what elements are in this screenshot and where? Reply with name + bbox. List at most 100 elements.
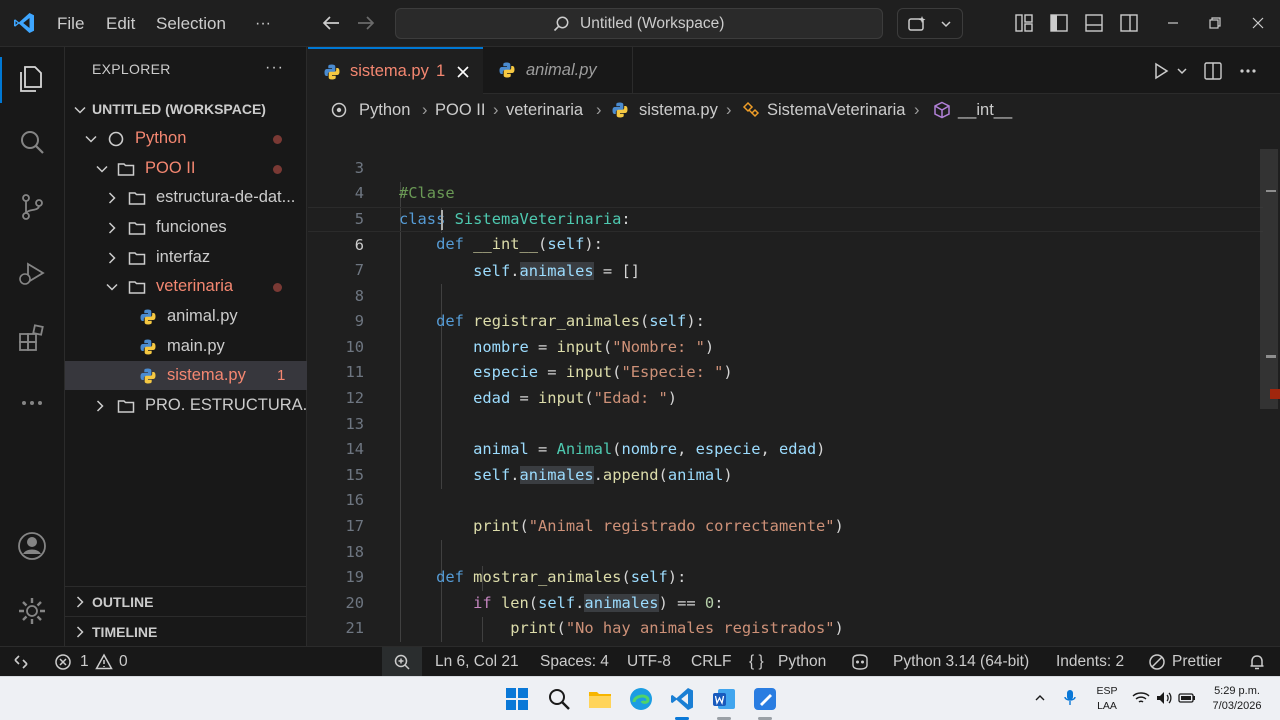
tree-folder-interfaz[interactable]: interfaz (65, 243, 307, 272)
input-language-bottom[interactable]: LAA (1092, 700, 1122, 713)
customize-layout-icon[interactable] (1014, 13, 1034, 33)
tree-folder-poo-ii[interactable]: POO II (65, 154, 307, 183)
battery-icon[interactable] (1178, 690, 1196, 706)
toggle-panel-icon[interactable] (1084, 13, 1104, 33)
python-interpreter[interactable]: Python 3.14 (64-bit) (893, 647, 1029, 676)
warning-icon[interactable] (95, 653, 113, 671)
tree-folder-pro-estructura[interactable]: PRO. ESTRUCTURA... (65, 391, 307, 420)
editor-tabs: sistema.py 1 animal.py (308, 47, 1280, 94)
tree-label: Python (135, 129, 187, 147)
tab-animal[interactable]: animal.py (483, 47, 633, 94)
breadcrumb-item[interactable]: __int__ (958, 94, 1012, 126)
back-arrow-icon[interactable] (320, 12, 342, 34)
vscode-logo-icon[interactable] (12, 11, 36, 35)
word-icon[interactable] (711, 686, 737, 712)
tree-file-main[interactable]: main.py (65, 332, 307, 361)
breadcrumb-item[interactable]: veterinaria (506, 94, 583, 126)
scrollbar-thumb[interactable] (1260, 149, 1278, 409)
taskbar-search-icon[interactable] (546, 686, 572, 712)
explorer-icon[interactable] (16, 63, 48, 95)
manage-gear-icon[interactable] (16, 595, 48, 627)
tree-file-animal[interactable]: animal.py (65, 302, 307, 331)
close-window-icon[interactable] (1248, 13, 1268, 33)
file-encoding[interactable]: UTF-8 (627, 647, 671, 676)
zoom-icon[interactable] (393, 653, 411, 671)
volume-icon[interactable] (1155, 690, 1173, 706)
activity-bar (0, 47, 65, 646)
extensions-icon[interactable] (16, 322, 48, 354)
cursor-position[interactable]: Ln 6, Col 21 (435, 647, 519, 676)
search-icon[interactable] (16, 127, 48, 159)
run-python-file-icon[interactable] (1151, 61, 1171, 81)
error-icon[interactable] (54, 653, 72, 671)
workspace-header[interactable]: UNTITLED (WORKSPACE) (65, 95, 307, 124)
root-folder-icon (108, 131, 124, 147)
indentation-spaces[interactable]: Spaces: 4 (540, 647, 609, 676)
end-of-line[interactable]: CRLF (691, 647, 731, 676)
editor-more-actions-icon[interactable] (1238, 61, 1258, 81)
copilot-button[interactable] (897, 8, 963, 39)
microphone-icon[interactable] (1062, 689, 1078, 707)
language-mode[interactable]: Python (778, 647, 826, 676)
source-control-icon[interactable] (16, 191, 48, 223)
run-debug-icon[interactable] (16, 257, 48, 289)
warning-count[interactable]: 0 (119, 647, 128, 676)
file-explorer-icon[interactable] (587, 686, 613, 712)
search-text: Untitled (Workspace) (580, 15, 725, 32)
tree-folder-estructura[interactable]: estructura-de-dat... (65, 183, 307, 212)
command-center-search[interactable]: Untitled (Workspace) (395, 8, 883, 39)
clock-time[interactable]: 5:29 p.m. (1206, 685, 1268, 698)
timeline-section[interactable]: TIMELINE (65, 616, 307, 646)
clock-date[interactable]: 7/03/2026 (1206, 700, 1268, 713)
edge-browser-icon[interactable] (628, 686, 654, 712)
code-line: 10 especie = input("Especie: ") (308, 309, 1263, 382)
toggle-primary-sidebar-icon[interactable] (1049, 13, 1069, 33)
tree-folder-python[interactable]: Python (65, 124, 307, 153)
minimize-icon[interactable] (1163, 13, 1183, 33)
modified-dot (273, 165, 282, 174)
menu-selection[interactable]: Selection (156, 0, 226, 47)
indents-setting[interactable]: Indents: 2 (1056, 647, 1124, 676)
paint-app-icon[interactable] (752, 686, 778, 712)
menu-more[interactable]: ··· (255, 0, 271, 47)
error-count[interactable]: 1 (80, 647, 89, 676)
breadcrumb-item[interactable]: POO II (435, 94, 485, 126)
tab-problem-badge: 1 (436, 62, 446, 80)
restore-icon[interactable] (1205, 13, 1225, 33)
input-language-top[interactable]: ESP (1092, 685, 1122, 698)
run-dropdown-chevron-icon[interactable] (1176, 65, 1188, 77)
wifi-icon[interactable] (1132, 690, 1150, 706)
breadcrumb-item[interactable]: sistema.py (639, 94, 718, 126)
close-tab-icon[interactable] (456, 65, 470, 79)
tree-folder-veterinaria[interactable]: veterinaria (65, 272, 307, 301)
code-line: 15 (308, 437, 1263, 484)
sidebar-more-button[interactable]: ··· (265, 59, 284, 77)
active-indicator (0, 57, 2, 103)
tab-label: animal.py (526, 61, 597, 79)
code-editor[interactable]: 3 #Clase 4 class SistemaVeterinaria: 5 d… (308, 130, 1263, 646)
text-cursor (441, 210, 443, 230)
toggle-secondary-sidebar-icon[interactable] (1119, 13, 1139, 33)
outline-section[interactable]: OUTLINE (65, 586, 307, 616)
split-editor-icon[interactable] (1203, 61, 1223, 81)
formatter[interactable]: Prettier (1172, 647, 1222, 676)
chevron-down-icon (941, 21, 951, 28)
tree-file-sistema[interactable]: sistema.py 1 (65, 361, 307, 390)
prettier-icon[interactable] (1148, 653, 1166, 671)
notifications-bell-icon[interactable] (1248, 653, 1266, 671)
remote-indicator-icon[interactable] (12, 653, 30, 671)
forward-arrow-icon[interactable] (355, 12, 377, 34)
windows-start-icon[interactable] (504, 686, 530, 712)
menu-edit[interactable]: Edit (106, 0, 135, 47)
tree-folder-funciones[interactable]: funciones (65, 213, 307, 242)
menu-file[interactable]: File (57, 0, 84, 47)
more-views-icon[interactable] (16, 387, 48, 419)
breadcrumb-item[interactable]: Python (359, 94, 410, 126)
breadcrumb-item[interactable]: SistemaVeterinaria (767, 94, 906, 126)
timeline-label: TIMELINE (92, 624, 158, 640)
copilot-status-icon[interactable] (850, 653, 870, 671)
show-hidden-icons-chevron-icon[interactable] (1034, 693, 1046, 703)
tab-sistema[interactable]: sistema.py 1 (308, 47, 483, 94)
vscode-taskbar-icon[interactable] (669, 686, 695, 712)
accounts-icon[interactable] (16, 530, 48, 562)
